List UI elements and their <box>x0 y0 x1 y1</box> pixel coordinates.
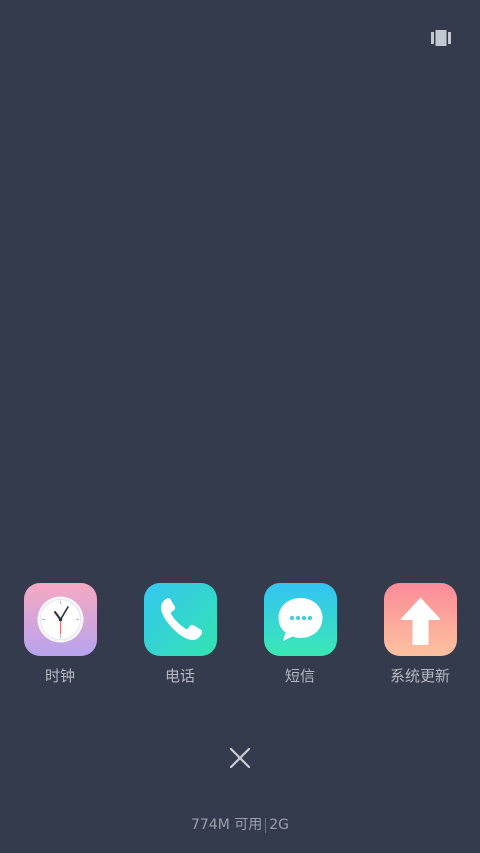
recent-app-label: 系统更新 <box>389 667 450 685</box>
phone-icon[interactable] <box>144 583 217 656</box>
memory-separator <box>265 817 267 833</box>
card-view-icon[interactable] <box>431 30 451 46</box>
close-all-button[interactable] <box>226 744 254 772</box>
clock-icon[interactable] <box>24 583 97 656</box>
recent-app-messages[interactable]: 短信 <box>240 583 360 693</box>
memory-total: 2G <box>269 817 290 833</box>
memory-available: 774M 可用 <box>190 817 263 833</box>
recent-app-label: 时钟 <box>44 667 75 685</box>
arrow-up-icon[interactable] <box>384 583 457 656</box>
memory-status: 774M 可用 2G <box>0 814 480 836</box>
recent-app-label: 短信 <box>284 667 315 685</box>
recent-app-clock[interactable]: 时钟 <box>0 583 120 693</box>
recent-app-phone[interactable]: 电话 <box>120 583 240 693</box>
recent-app-system-update[interactable]: 系统更新 <box>360 583 480 693</box>
close-icon <box>229 747 251 769</box>
recent-apps-row: 时钟 电话 短信 系统更新 <box>0 583 480 693</box>
message-icon[interactable] <box>264 583 337 656</box>
recent-app-label: 电话 <box>164 667 195 685</box>
